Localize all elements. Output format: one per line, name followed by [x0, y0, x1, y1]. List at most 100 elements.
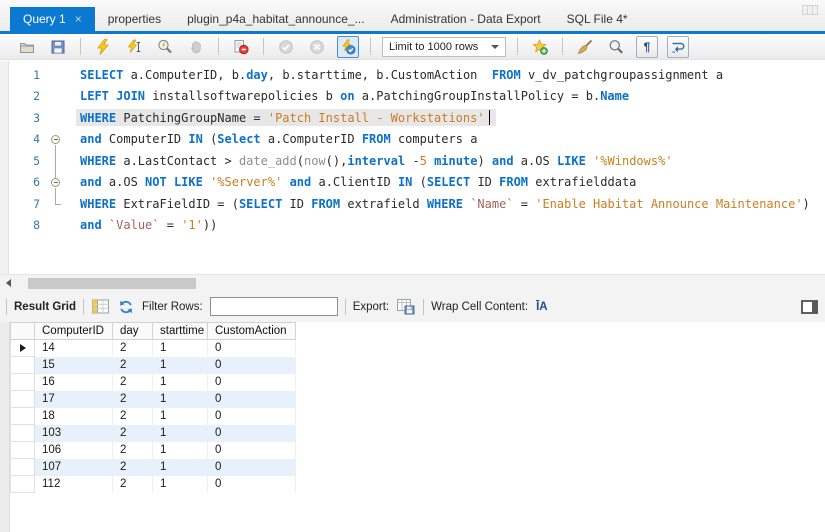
tab-query-1[interactable]: Query 1 ×	[10, 7, 95, 31]
stop-query-button	[185, 36, 207, 58]
save-script-button[interactable]	[47, 36, 69, 58]
code-line-2[interactable]: 2 LEFT JOIN installsoftwarepolicies b on …	[0, 86, 825, 108]
code-line-4[interactable]: 4 and ComputerID IN (Select a.ComputerID …	[0, 129, 825, 150]
open-script-button[interactable]	[16, 36, 38, 58]
cell[interactable]: 0	[208, 340, 296, 357]
fold-gutter[interactable]	[40, 171, 76, 193]
export-button[interactable]	[396, 296, 416, 318]
row-selector[interactable]	[10, 476, 35, 493]
code-line-5[interactable]: 5 WHERE a.LastContact > date_add(now(),in…	[0, 150, 825, 172]
save-snippet-button[interactable]	[529, 36, 551, 58]
cell[interactable]: 0	[208, 391, 296, 408]
cell[interactable]: 2	[113, 442, 153, 459]
fold-gutter[interactable]	[40, 129, 76, 150]
cell[interactable]: 1	[153, 340, 208, 357]
execute-script-button[interactable]	[92, 36, 114, 58]
fold-collapse-icon	[51, 134, 60, 144]
cell[interactable]: 0	[208, 374, 296, 391]
cell[interactable]: 1	[153, 357, 208, 374]
tab-sql-file-4[interactable]: SQL File 4*	[554, 7, 641, 31]
cell[interactable]: 2	[113, 476, 153, 493]
scrollbar-thumb[interactable]	[28, 278, 196, 289]
cell[interactable]: 1	[153, 442, 208, 459]
cell[interactable]: 1	[153, 408, 208, 425]
row-selector[interactable]	[10, 442, 35, 459]
cell[interactable]: 107	[35, 459, 113, 476]
row-selector[interactable]	[10, 357, 35, 374]
beautify-query-button[interactable]	[574, 36, 596, 58]
scroll-left-arrow-icon[interactable]	[6, 279, 11, 287]
cell[interactable]: 18	[35, 408, 113, 425]
cell[interactable]: 2	[113, 340, 153, 357]
column-header-day[interactable]: day	[113, 322, 153, 340]
cell[interactable]: 16	[35, 374, 113, 391]
cell[interactable]: 0	[208, 459, 296, 476]
cell[interactable]: 0	[208, 408, 296, 425]
code-line-8[interactable]: 8 and `Value` = '1'))	[0, 215, 825, 237]
tab-close-icon[interactable]: ×	[75, 13, 82, 25]
toggle-word-wrap-button[interactable]	[667, 35, 689, 58]
explain-plan-button[interactable]	[154, 36, 176, 58]
line-number: 3	[33, 110, 40, 125]
wrap-cell-content-button[interactable]: ĪA	[535, 296, 549, 318]
cell[interactable]: 1	[153, 425, 208, 442]
tab-strip: Query 1 × properties plugin_p4a_habitat_ann…	[0, 0, 825, 31]
cell[interactable]: 2	[113, 425, 153, 442]
cell[interactable]: 106	[35, 442, 113, 459]
tab-administration-data-export[interactable]: Administration - Data Export	[378, 7, 554, 31]
tab-properties[interactable]: properties	[95, 7, 174, 31]
export-label: Export:	[352, 300, 390, 313]
toggle-autocommit-icon	[342, 38, 356, 54]
cell[interactable]: 112	[35, 476, 113, 493]
code-line-7[interactable]: 7 WHERE ExtraFieldID = (SELECT ID FROM ex…	[0, 193, 825, 215]
row-selector[interactable]	[10, 459, 35, 476]
show-invisibles-button[interactable]: ¶	[636, 35, 658, 58]
sql-editor[interactable]: 1 SELECT a.ComputerID, b.day, b.starttime…	[0, 61, 825, 274]
cell[interactable]: 2	[113, 459, 153, 476]
column-header-computerid[interactable]: ComputerID	[35, 322, 113, 340]
cell[interactable]: 0	[208, 476, 296, 493]
row-selector[interactable]	[10, 374, 35, 391]
toggle-stop-on-error-button[interactable]	[230, 36, 252, 58]
cell[interactable]: 15	[35, 357, 113, 374]
cell[interactable]: 1	[153, 459, 208, 476]
row-selector[interactable]	[10, 408, 35, 425]
cell[interactable]: 14	[35, 340, 113, 357]
column-header-starttime[interactable]: starttime	[153, 322, 208, 340]
cell[interactable]: 1	[153, 476, 208, 493]
cell[interactable]: 0	[208, 425, 296, 442]
code-line-3[interactable]: 3 WHERE PatchingGroupName = 'Patch Instal…	[0, 107, 825, 129]
result-table: ComputerID day starttime CustomAction 14 2 1 0…	[10, 322, 296, 493]
editor-horizontal-scrollbar[interactable]	[0, 274, 825, 291]
commit-icon	[279, 39, 293, 54]
find-in-editor-button[interactable]	[605, 36, 627, 58]
cell[interactable]: 2	[113, 357, 153, 374]
cell[interactable]: 1	[153, 374, 208, 391]
cell[interactable]: 2	[113, 374, 153, 391]
grid-view-button[interactable]	[91, 296, 110, 318]
cell[interactable]: 0	[208, 442, 296, 459]
refresh-button[interactable]	[117, 296, 135, 318]
collapse-panel-icon	[801, 299, 818, 314]
cell[interactable]: 103	[35, 425, 113, 442]
cell[interactable]: 2	[113, 408, 153, 425]
cell[interactable]: 0	[208, 357, 296, 374]
cell[interactable]: 2	[113, 391, 153, 408]
panel-toggle-button[interactable]	[800, 296, 819, 318]
row-selector[interactable]	[10, 340, 35, 357]
cell[interactable]: 1	[153, 391, 208, 408]
table-row: 112 2 1 0	[10, 476, 296, 493]
row-selector[interactable]	[10, 425, 35, 442]
execute-current-statement-button[interactable]	[123, 36, 145, 58]
execute-current-statement-icon	[127, 39, 141, 53]
column-header-customaction[interactable]: CustomAction	[208, 322, 296, 340]
row-selector[interactable]	[10, 391, 35, 408]
tab-plugin-p4a-habitat-announce[interactable]: plugin_p4a_habitat_announce_...	[174, 7, 378, 31]
cell[interactable]: 17	[35, 391, 113, 408]
row-limit-dropdown[interactable]: Limit to 1000 rows	[382, 36, 506, 57]
code-line-6[interactable]: 6 and a.OS NOT LIKE '%Server%' and a.Clie…	[0, 171, 825, 193]
code-line-1[interactable]: 1 SELECT a.ComputerID, b.day, b.starttime…	[0, 64, 825, 86]
code-text: LEFT JOIN installsoftwarepolicies b on a…	[80, 89, 630, 104]
filter-rows-input[interactable]	[209, 297, 338, 316]
toggle-autocommit-button[interactable]	[337, 35, 359, 58]
